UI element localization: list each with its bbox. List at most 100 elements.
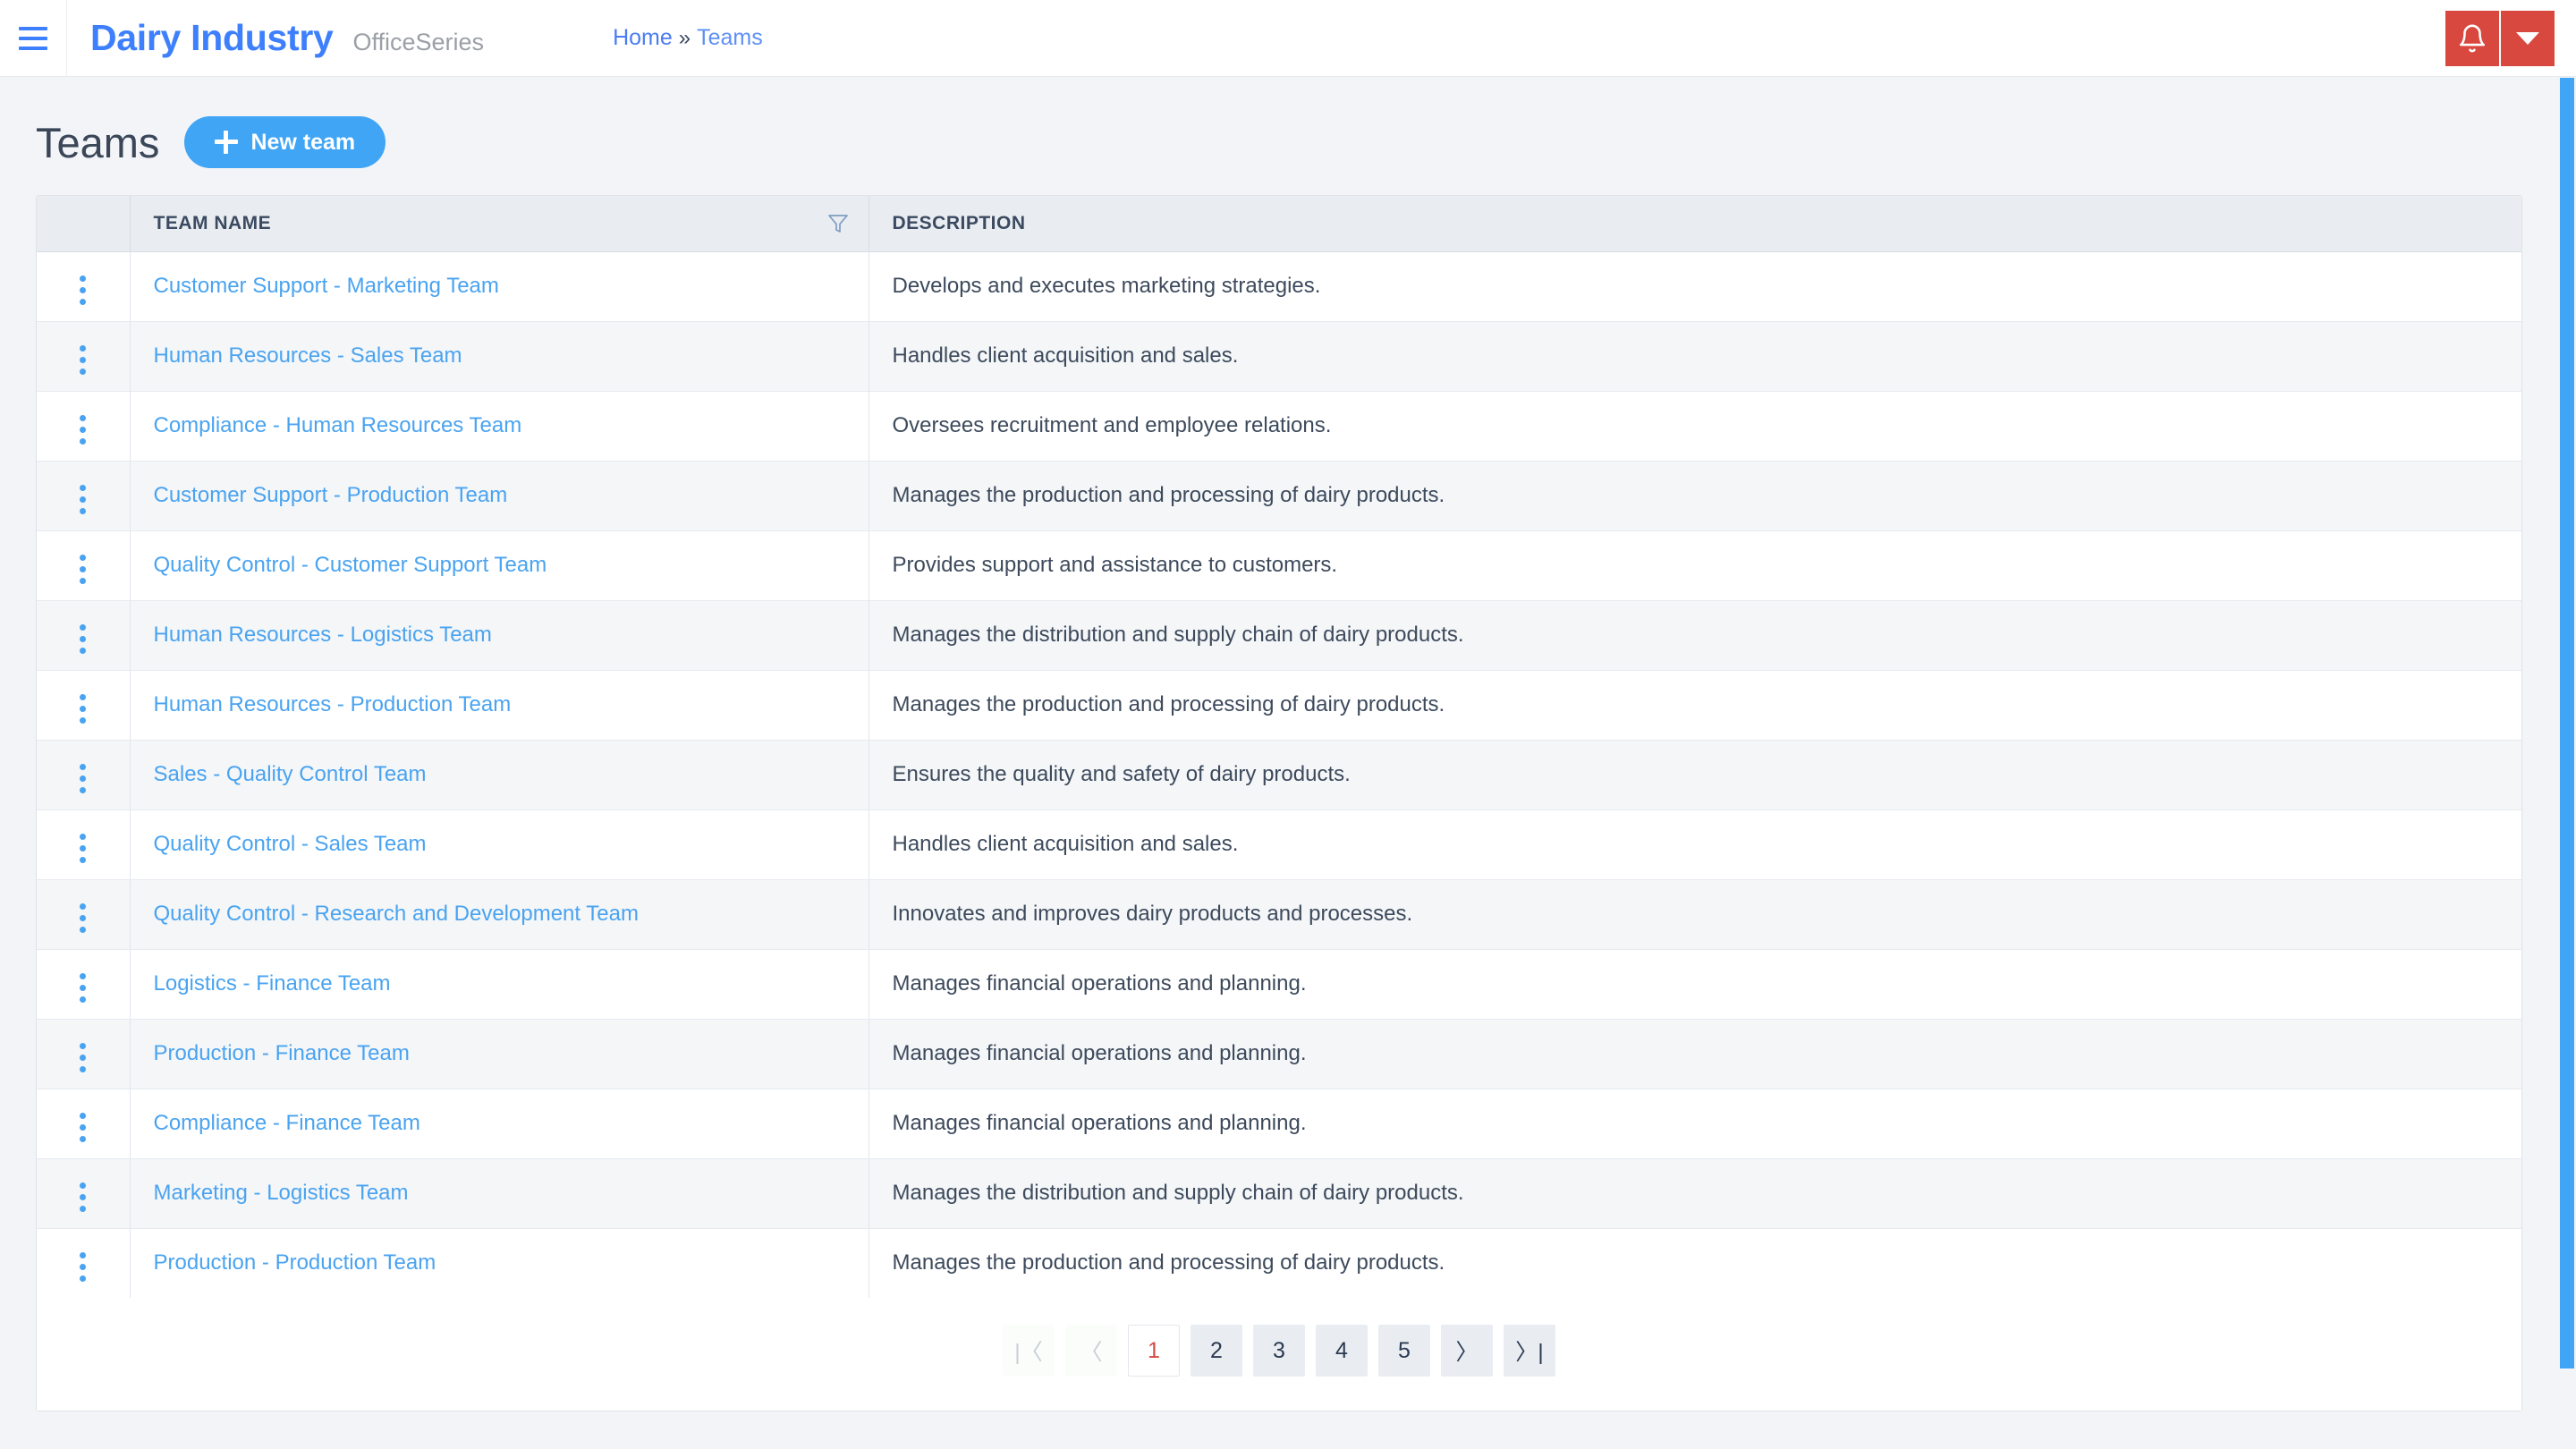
teams-table: TEAM NAME DESCRIPTION Customer Support -…	[37, 196, 2521, 1298]
table-header-row: TEAM NAME DESCRIPTION	[37, 196, 2521, 252]
kebab-menu-icon[interactable]	[69, 270, 97, 310]
hamburger-menu-icon[interactable]	[0, 0, 66, 76]
team-description-cell: Manages financial operations and plannin…	[869, 1019, 2521, 1089]
kebab-menu-icon[interactable]	[69, 828, 97, 869]
plus-icon	[215, 131, 239, 154]
teams-table-head: TEAM NAME DESCRIPTION	[37, 196, 2521, 252]
pagination: |〈 〈 12345 〉 〉|	[37, 1298, 2521, 1411]
page-content: Teams New team TEAM NAME DESCRIPTION Cus…	[0, 77, 2576, 1411]
hamburger-bar	[19, 36, 47, 40]
topbar-actions	[2445, 11, 2555, 66]
team-name-link[interactable]: Customer Support - Production Team	[154, 483, 508, 507]
pagination-prev-button[interactable]: 〈	[1065, 1325, 1117, 1377]
kebab-menu-icon[interactable]	[69, 758, 97, 799]
team-name-link[interactable]: Human Resources - Production Team	[154, 692, 512, 716]
pagination-page-1[interactable]: 1	[1128, 1325, 1180, 1377]
brand[interactable]: Dairy Industry OfficeSeries	[67, 17, 484, 59]
row-menu-cell	[37, 809, 131, 880]
vertical-scrollbar-thumb[interactable]	[2560, 78, 2574, 1368]
pagination-page-4[interactable]: 4	[1316, 1325, 1368, 1377]
team-description-cell: Manages the distribution and supply chai…	[869, 600, 2521, 671]
kebab-menu-icon[interactable]	[69, 689, 97, 729]
column-header-team-name[interactable]: TEAM NAME	[130, 196, 869, 252]
pagination-first-button[interactable]: |〈	[1003, 1325, 1055, 1377]
kebab-menu-icon[interactable]	[69, 898, 97, 938]
row-menu-cell	[37, 461, 131, 531]
row-menu-cell	[37, 879, 131, 950]
team-name-link[interactable]: Human Resources - Sales Team	[154, 343, 462, 368]
new-team-button[interactable]: New team	[184, 116, 386, 168]
row-menu-cell	[37, 251, 131, 322]
team-name-cell: Production - Production Team	[130, 1228, 869, 1298]
account-dropdown-button[interactable]	[2501, 11, 2555, 66]
team-name-link[interactable]: Quality Control - Customer Support Team	[154, 553, 547, 577]
column-header-description-label: DESCRIPTION	[892, 212, 1026, 233]
team-name-cell: Quality Control - Research and Developme…	[130, 879, 869, 950]
breadcrumb-item-home[interactable]: Home	[613, 25, 673, 51]
kebab-menu-icon[interactable]	[69, 1177, 97, 1217]
team-name-cell: Human Resources - Production Team	[130, 670, 869, 741]
breadcrumb-separator: »	[678, 26, 691, 50]
team-name-cell: Human Resources - Sales Team	[130, 321, 869, 392]
team-name-link[interactable]: Logistics - Finance Team	[154, 971, 391, 996]
team-name-link[interactable]: Compliance - Human Resources Team	[154, 413, 522, 437]
team-name-link[interactable]: Compliance - Finance Team	[154, 1111, 420, 1135]
team-name-link[interactable]: Customer Support - Marketing Team	[154, 274, 499, 298]
row-menu-cell	[37, 1228, 131, 1298]
row-menu-cell	[37, 530, 131, 601]
pagination-next-button[interactable]: 〉	[1441, 1325, 1493, 1377]
chevron-down-icon	[2516, 32, 2539, 45]
row-menu-cell	[37, 1158, 131, 1229]
team-name-cell: Production - Finance Team	[130, 1019, 869, 1089]
team-description-cell: Manages the production and processing of…	[869, 670, 2521, 741]
kebab-menu-icon[interactable]	[69, 340, 97, 380]
pagination-last-button[interactable]: 〉|	[1504, 1325, 1555, 1377]
team-name-link[interactable]: Production - Finance Team	[154, 1041, 410, 1065]
table-row: Human Resources - Production Team Manages…	[37, 670, 2521, 741]
filter-icon[interactable]	[827, 213, 849, 234]
table-row: Production - Finance Team Manages financi…	[37, 1019, 2521, 1089]
kebab-menu-icon[interactable]	[69, 1038, 97, 1078]
hamburger-bar	[19, 26, 47, 30]
notifications-button[interactable]	[2445, 11, 2501, 66]
table-row: Quality Control - Customer Support Team P…	[37, 530, 2521, 601]
kebab-menu-icon[interactable]	[69, 619, 97, 659]
hamburger-bar	[19, 46, 47, 50]
team-description-cell: Handles client acquisition and sales.	[869, 321, 2521, 392]
team-name-link[interactable]: Marketing - Logistics Team	[154, 1181, 409, 1205]
kebab-menu-icon[interactable]	[69, 410, 97, 450]
pagination-page-3[interactable]: 3	[1253, 1325, 1305, 1377]
bell-icon	[2459, 24, 2486, 53]
pagination-page-5[interactable]: 5	[1378, 1325, 1430, 1377]
team-name-link[interactable]: Quality Control - Research and Developme…	[154, 902, 639, 926]
team-description-cell: Manages the production and processing of…	[869, 1228, 2521, 1298]
table-row: Quality Control - Research and Developme…	[37, 879, 2521, 950]
team-description-cell: Manages the production and processing of…	[869, 461, 2521, 531]
kebab-menu-icon[interactable]	[69, 968, 97, 1008]
pagination-page-numbers: 12345	[1128, 1325, 1430, 1377]
kebab-menu-icon[interactable]	[69, 479, 97, 520]
pagination-page-2[interactable]: 2	[1191, 1325, 1242, 1377]
breadcrumb-item-teams[interactable]: Teams	[697, 25, 763, 51]
team-name-link[interactable]: Production - Production Team	[154, 1250, 436, 1275]
column-header-menu	[37, 196, 131, 252]
vertical-scrollbar-track[interactable]	[2558, 78, 2576, 1449]
kebab-menu-icon[interactable]	[69, 1247, 97, 1287]
team-description-cell: Innovates and improves dairy products an…	[869, 879, 2521, 950]
table-row: Customer Support - Production Team Manage…	[37, 461, 2521, 531]
page-title: Teams	[36, 118, 160, 166]
teams-table-body: Customer Support - Marketing Team Develop…	[37, 251, 2521, 1298]
row-menu-cell	[37, 600, 131, 671]
team-name-link[interactable]: Quality Control - Sales Team	[154, 832, 427, 856]
row-menu-cell	[37, 949, 131, 1020]
team-name-cell: Customer Support - Marketing Team	[130, 251, 869, 322]
column-header-team-name-label: TEAM NAME	[153, 212, 272, 233]
top-navigation-bar: Dairy Industry OfficeSeries Home » Teams	[0, 0, 2576, 77]
team-name-cell: Human Resources - Logistics Team	[130, 600, 869, 671]
row-menu-cell	[37, 391, 131, 462]
team-name-link[interactable]: Human Resources - Logistics Team	[154, 623, 492, 647]
kebab-menu-icon[interactable]	[69, 1107, 97, 1148]
kebab-menu-icon[interactable]	[69, 549, 97, 589]
team-name-link[interactable]: Sales - Quality Control Team	[154, 762, 427, 786]
column-header-description[interactable]: DESCRIPTION	[869, 196, 2521, 252]
